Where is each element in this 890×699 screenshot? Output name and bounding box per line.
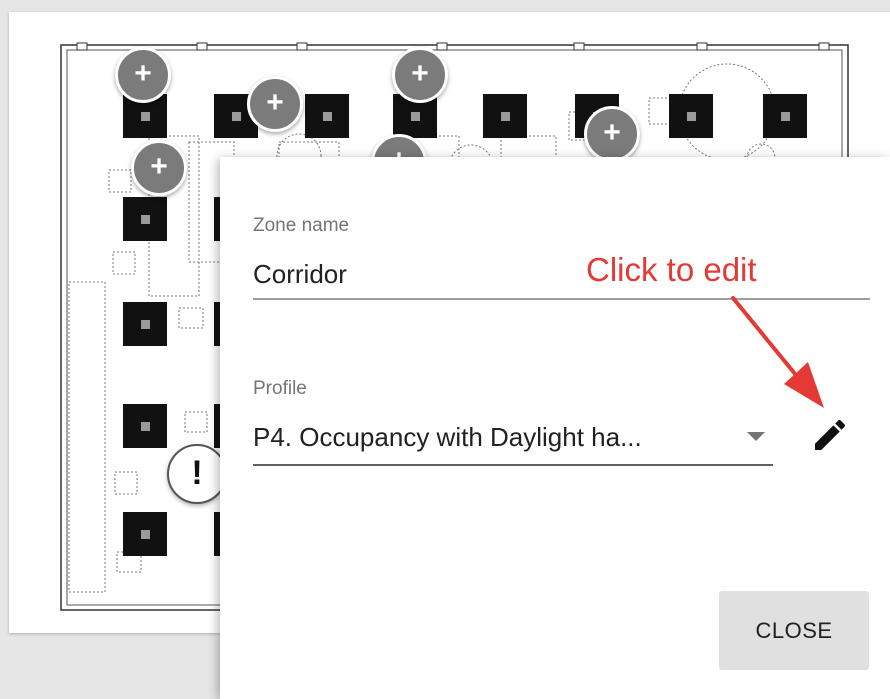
profile-select[interactable]: P4. Occupancy with Daylight ha...: [253, 422, 642, 453]
warning-marker[interactable]: !: [167, 444, 227, 504]
zone-name-input[interactable]: Corridor: [253, 259, 347, 290]
add-sensor-button[interactable]: +: [131, 140, 187, 196]
profile-label: Profile: [253, 378, 307, 399]
click-to-edit-annotation: Click to edit: [586, 251, 757, 288]
add-sensor-button[interactable]: +: [392, 47, 448, 103]
plus-icon: +: [134, 57, 152, 90]
add-sensor-button[interactable]: +: [115, 47, 171, 103]
plus-icon: +: [150, 150, 168, 183]
profile-underline: [253, 464, 773, 466]
plus-icon: +: [411, 57, 429, 90]
zone-name-label: Zone name: [253, 215, 350, 236]
plus-icon: +: [603, 116, 621, 149]
zone-name-underline: [253, 298, 870, 300]
plus-icon: +: [266, 86, 284, 119]
exclamation-icon: !: [191, 454, 203, 492]
pencil-icon[interactable]: [810, 415, 850, 455]
close-button[interactable]: CLOSE: [719, 591, 869, 670]
zone-dialog: Zone name Corridor Profile P4. Occupancy…: [220, 157, 890, 699]
add-sensor-button[interactable]: +: [247, 76, 303, 132]
dropdown-arrow-icon[interactable]: [747, 432, 765, 441]
add-sensor-button[interactable]: +: [584, 106, 640, 162]
